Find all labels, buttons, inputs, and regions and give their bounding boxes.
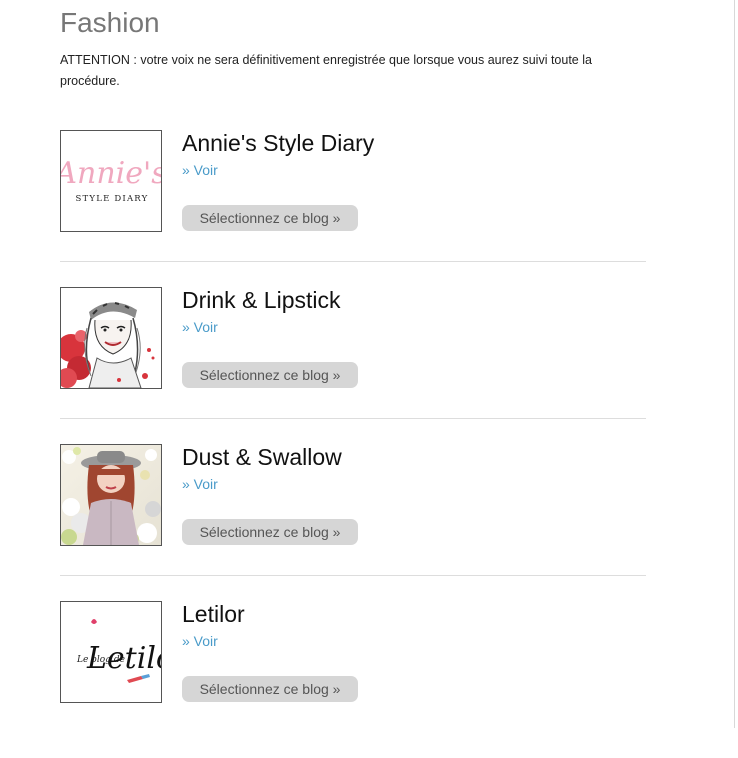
blog-thumbnail[interactable] <box>60 444 162 546</box>
voir-link[interactable]: » Voir <box>182 633 218 649</box>
blog-thumbnail[interactable]: Le blog de Letilor <box>60 601 162 703</box>
voir-link[interactable]: » Voir <box>182 162 218 178</box>
blog-entry: Dust & Swallow » Voir Sélectionnez ce bl… <box>60 444 646 601</box>
page-title: Fashion <box>60 7 160 38</box>
blog-entry: Le blog de Letilor Letilor » Voir Sélect… <box>60 601 646 758</box>
dust-swallow-photo <box>61 445 161 545</box>
select-blog-button[interactable]: Sélectionnez ce blog » <box>182 676 358 702</box>
drink-lipstick-illustration <box>61 288 161 388</box>
select-blog-button[interactable]: Sélectionnez ce blog » <box>182 205 358 231</box>
logo-script-text: Annie's <box>61 156 161 191</box>
page-right-border <box>734 0 735 728</box>
blog-name: Dust & Swallow <box>182 444 342 470</box>
annies-logo-image: Annie's STYLE DIARY <box>61 131 161 231</box>
select-blog-button[interactable]: Sélectionnez ce blog » <box>182 519 358 545</box>
divider <box>60 418 646 419</box>
voir-link[interactable]: » Voir <box>182 319 218 335</box>
voir-link[interactable]: » Voir <box>182 476 218 492</box>
divider <box>60 575 646 576</box>
select-blog-button[interactable]: Sélectionnez ce blog » <box>182 362 358 388</box>
blog-entry: Annie's STYLE DIARY Annie's Style Diary … <box>60 130 646 287</box>
blog-name: Letilor <box>182 601 245 627</box>
blog-name: Drink & Lipstick <box>182 287 341 313</box>
logo-name-text: Letilor <box>86 641 161 676</box>
logo-subtitle-text: STYLE DIARY <box>76 194 149 204</box>
blog-entry: Drink & Lipstick » Voir Sélectionnez ce … <box>60 287 646 444</box>
divider <box>60 261 646 262</box>
blog-thumbnail[interactable] <box>60 287 162 389</box>
attention-notice: ATTENTION : votre voix ne sera définitiv… <box>60 53 592 88</box>
letilor-logo-image: Le blog de Letilor <box>61 602 161 702</box>
blog-name: Annie's Style Diary <box>182 130 375 156</box>
blog-thumbnail[interactable]: Annie's STYLE DIARY <box>60 130 162 232</box>
